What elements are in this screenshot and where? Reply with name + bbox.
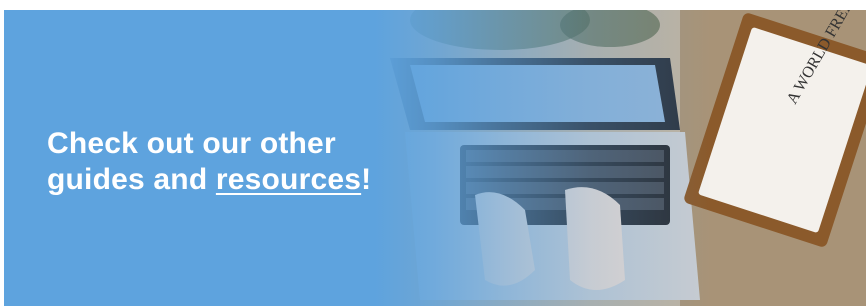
cta-line-2-suffix: !: [361, 163, 372, 196]
cta-line-1: Check out our other: [47, 127, 336, 160]
cta-heading: Check out our other guides and resources…: [47, 126, 371, 198]
resources-banner: A WORLD FREE Check out our other guides …: [4, 10, 866, 306]
resources-link[interactable]: resources: [216, 163, 361, 196]
cta-line-2-prefix: guides and: [47, 163, 216, 196]
